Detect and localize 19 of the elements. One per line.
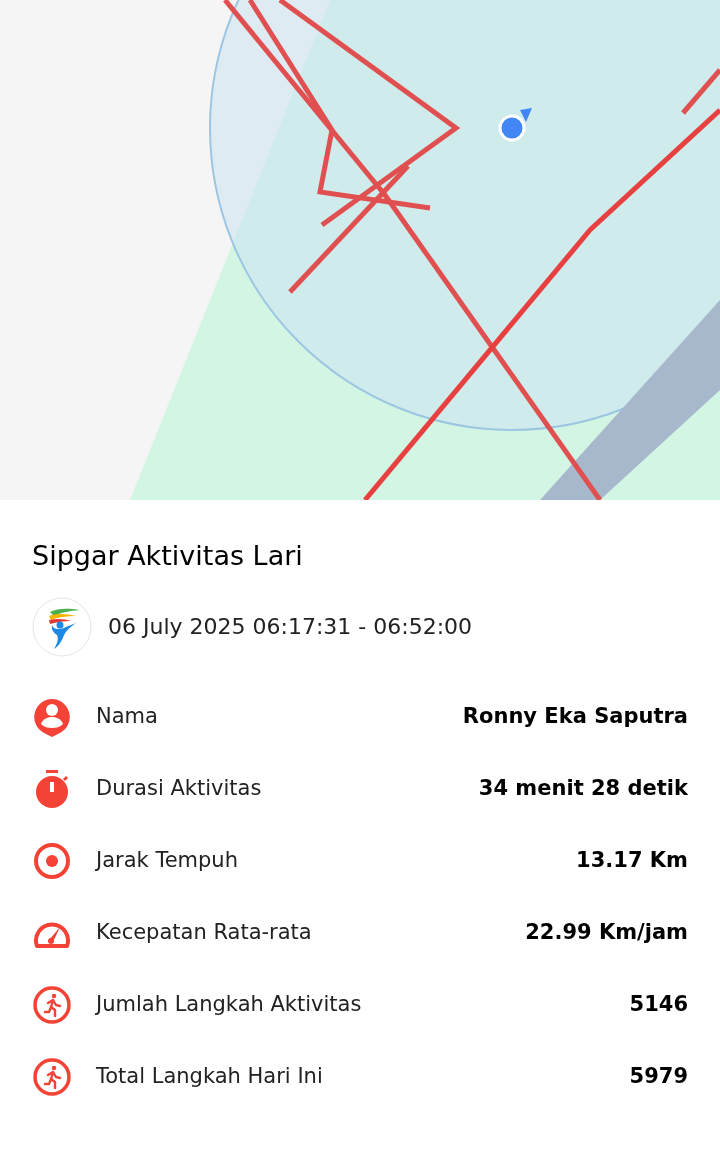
user-pin-icon <box>32 696 72 737</box>
stat-value: 34 menit 28 detik <box>478 774 688 802</box>
stat-value: 5146 <box>629 990 688 1018</box>
stat-label: Jumlah Langkah Aktivitas <box>96 990 362 1018</box>
stat-value: 22.99 Km/jam <box>525 918 688 946</box>
activity-title: Sipgar Aktivitas Lari <box>32 539 304 573</box>
runner-icon <box>32 984 72 1025</box>
stat-value: Ronny Eka Saputra <box>462 702 688 730</box>
stat-label: Durasi Aktivitas <box>96 774 262 802</box>
stat-label: Kecepatan Rata-rata <box>96 918 312 946</box>
activity-datetime: 06 July 2025 06:17:31 - 06:52:00 <box>108 613 473 641</box>
stat-label: Total Langkah Hari Ini <box>96 1062 323 1090</box>
runner-icon <box>32 1056 72 1097</box>
stat-label: Jarak Tempuh <box>96 846 238 874</box>
target-icon <box>32 840 72 881</box>
stat-value: 13.17 Km <box>576 846 688 874</box>
stat-label: Nama <box>96 702 158 730</box>
logo-icon <box>32 596 92 657</box>
stat-value: 5979 <box>629 1062 688 1090</box>
